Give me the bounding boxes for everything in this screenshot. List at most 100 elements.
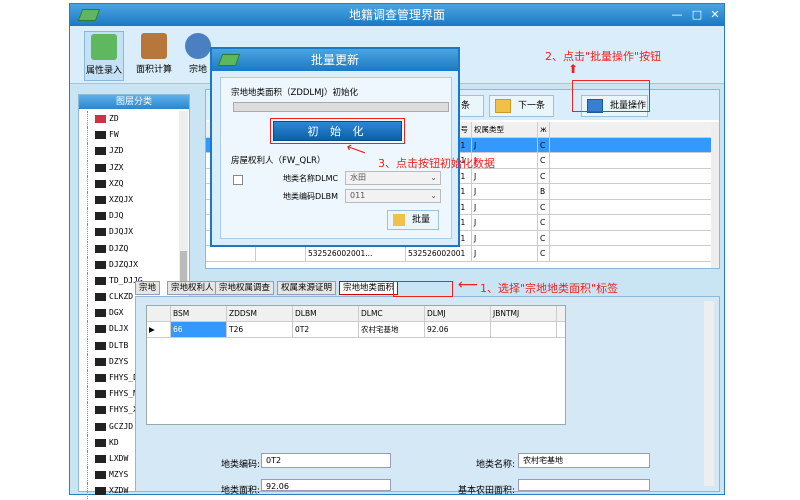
detail-scrollbar[interactable]: [704, 301, 714, 486]
jbnt-field[interactable]: [518, 479, 650, 491]
layer-label: LXDW: [109, 453, 129, 463]
section-land-area: 宗地地类面积（ZDDLMJ）初始化: [231, 88, 358, 98]
layer-item[interactable]: DJZQJX: [79, 256, 179, 273]
layer-icon: [95, 374, 106, 382]
table-cell: C: [538, 246, 550, 261]
column-header: DLBM: [293, 306, 359, 321]
next-record-button[interactable]: 下一条: [489, 95, 554, 117]
layer-label: DLTB: [109, 340, 129, 350]
layer-label: FHYS_X: [109, 405, 138, 415]
layer-item[interactable]: XZQ: [79, 175, 179, 192]
app-logo-icon: [217, 54, 241, 66]
table-cell: T26: [227, 322, 293, 337]
layer-item[interactable]: DJQJX: [79, 224, 179, 241]
layer-icon: [95, 276, 106, 285]
close-icon[interactable]: ✕: [706, 7, 724, 23]
layer-icon: [95, 179, 106, 188]
maximize-icon[interactable]: □: [688, 7, 706, 23]
layer-item[interactable]: DJQ: [79, 208, 179, 225]
toolbar-area-calc[interactable]: 面积计算: [134, 31, 174, 81]
dlmj-field[interactable]: 92.06: [261, 479, 391, 491]
table-row[interactable]: 532526002001...532526002001JC: [206, 246, 714, 262]
layer-label: FW: [109, 130, 119, 140]
minimize-icon[interactable]: —: [668, 7, 686, 23]
layer-label: DZYS: [109, 356, 129, 366]
tab-item[interactable]: 宗地权利人: [167, 281, 218, 295]
arrow-left-icon: ⟵: [458, 277, 479, 293]
annotation-2: 2、点击"批量操作"按钮: [545, 50, 662, 63]
arrow-up-icon: ⬆: [568, 62, 579, 76]
layer-icon: [95, 131, 106, 140]
chevron-down-icon: ⌄: [430, 173, 437, 182]
layer-icon: [95, 228, 106, 237]
layer-icon: [95, 260, 106, 269]
detail-panel: BSM ZDDSM DLBM DLMC DLMJ JBNTMJ ▶ 66 T26 0T2 农村宅基地…: [135, 296, 720, 496]
app-logo-icon: [77, 9, 101, 21]
dlbm-field[interactable]: 0T2: [261, 453, 391, 468]
initialize-label: 初 始 化: [307, 125, 368, 138]
layer-icon: [95, 357, 106, 366]
table-cell: C: [538, 199, 550, 214]
layer-label: DJZQJX: [109, 259, 138, 269]
column-header: JBNTMJ: [491, 306, 557, 321]
layer-icon: [95, 244, 106, 253]
batch-update-button[interactable]: 批量: [387, 210, 439, 230]
layer-icon: [95, 438, 106, 447]
disc-icon: [185, 33, 211, 59]
layer-item[interactable]: FW: [79, 127, 179, 144]
layer-item[interactable]: JZD: [79, 143, 179, 160]
table-cell: ▶: [147, 322, 171, 337]
tab-item[interactable]: 宗地: [135, 281, 161, 295]
dlmc-field[interactable]: 农村宅基地: [518, 453, 650, 468]
table-cell: C: [538, 168, 550, 183]
layer-icon: [95, 195, 106, 204]
dialog-dlbm-label: 地类编码DLBM: [283, 192, 339, 201]
dialog-dlmc-select[interactable]: 水田 ⌄: [345, 171, 441, 185]
column-header: DLMC: [359, 306, 425, 321]
layer-icon: [95, 309, 106, 318]
table-row[interactable]: ▶ 66 T26 0T2 农村宅基地 92.06: [147, 322, 565, 338]
layer-icon: [95, 341, 106, 350]
layer-label: ZD: [109, 114, 119, 123]
layer-label: DGX: [109, 308, 124, 318]
chevron-down-icon: ⌄: [430, 191, 437, 200]
table-cell: 0T2: [293, 322, 359, 337]
layer-item[interactable]: ZD: [79, 111, 179, 128]
table-cell: 农村宅基地: [359, 322, 425, 337]
table-cell: J: [472, 137, 538, 152]
table-cell: B: [538, 184, 550, 199]
annotation-1: 1、选择"宗地地类面积"标签: [480, 282, 619, 295]
layer-item[interactable]: JZX: [79, 159, 179, 176]
layer-label: KD: [109, 437, 119, 447]
table-cell: [491, 322, 557, 337]
dlmj-label: 地类面积:: [221, 486, 261, 496]
title-bar: 地籍调查管理界面 — □ ✕: [70, 4, 724, 26]
toolbar-attribute-entry[interactable]: 属性录入: [84, 31, 124, 81]
layer-label: DJQJX: [109, 227, 134, 237]
tab-item[interactable]: 权属来源证明: [277, 281, 337, 295]
jbnt-label: 基本农田面积:: [458, 486, 516, 496]
layer-icon: [95, 471, 106, 480]
layer-label: XZQJX: [109, 194, 134, 204]
layer-label: DJZQ: [109, 243, 129, 253]
layer-label: DLJX: [109, 324, 129, 334]
dialog-dlbm-select[interactable]: 011 ⌄: [345, 189, 441, 203]
layer-item[interactable]: DJZQ: [79, 240, 179, 257]
enable-checkbox[interactable]: [233, 175, 243, 185]
layer-label: JZD: [109, 146, 124, 156]
table-cell: [256, 246, 306, 261]
grid-scrollbar[interactable]: [711, 122, 719, 268]
tab-item[interactable]: 宗地权属调查: [215, 281, 275, 295]
batch-update-dialog: 批量更新 宗地地类面积（ZDDLMJ）初始化 初 始 化 房屋权利人（FW_QL…: [210, 47, 460, 247]
dialog-title: 批量更新: [310, 53, 359, 67]
dlbm-label: 地类编码:: [221, 460, 261, 470]
table-cell: 532526002001...: [306, 246, 406, 261]
dialog-title-bar: 批量更新: [212, 49, 458, 71]
table-cell: J: [472, 199, 538, 214]
layer-icon: [95, 454, 106, 463]
layer-label: JZX: [109, 162, 124, 172]
tab-item[interactable]: 宗地地类面积: [339, 281, 399, 295]
layer-item[interactable]: XZQJX: [79, 191, 179, 209]
initialize-button[interactable]: 初 始 化: [270, 118, 405, 144]
column-header: BSM: [171, 306, 227, 321]
